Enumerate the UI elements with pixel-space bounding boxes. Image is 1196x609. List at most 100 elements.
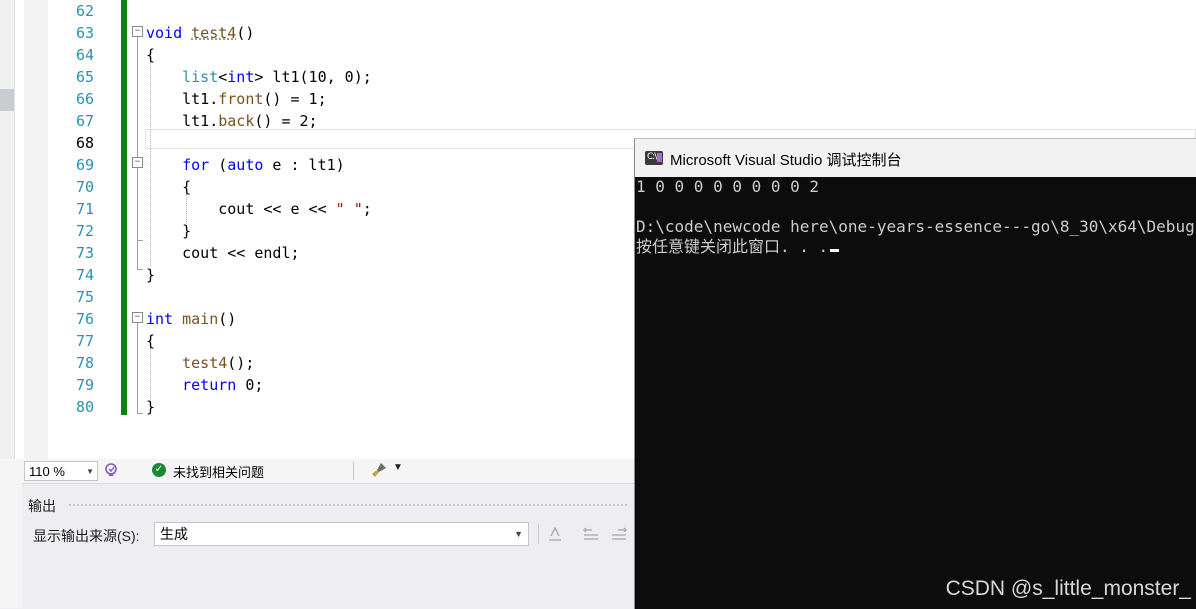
chevron-down-icon: ▼ [514,529,523,539]
line-number: 80 [75,398,94,416]
line-number: 64 [75,46,94,64]
code-token: { [146,46,156,64]
line-number: 75 [75,288,94,306]
change-tracking-bar [121,0,127,415]
line-number: 72 [75,222,94,240]
output-side-strip [0,483,22,608]
left-tool-strip [0,0,15,459]
toolbar-separator [538,524,539,544]
code-health-icon[interactable] [103,462,119,478]
code-token: void [146,24,183,42]
code-line: { [146,176,191,198]
output-panel-title: 输出 [28,498,56,514]
code-token: test4 [191,24,237,42]
code-token: { [146,332,156,350]
code-line: } [146,264,155,286]
code-line: lt1.back() = 2; [146,110,318,132]
line-number: 68 [75,134,94,152]
code-token: { [146,178,192,196]
line-number: 63 [75,24,94,42]
code-cleanup-icon[interactable] [370,461,388,479]
code-token: e : lt1) [263,156,345,174]
code-line: lt1.front() = 1; [146,88,327,110]
check-circle-icon: ✓ [152,463,166,477]
code-token: } [146,398,156,416]
console-titlebar[interactable]: C:\ Microsoft Visual Studio 调试控制台 [635,139,1196,177]
fold-toggle-for[interactable]: − [132,157,143,168]
left-strip-marker [0,89,14,111]
code-token: list [182,68,219,86]
chevron-down-icon[interactable]: ▼ [393,462,403,473]
output-text-area[interactable] [22,554,636,609]
code-token: int [227,68,255,86]
code-line: } [146,396,155,418]
fold-toggle-main[interactable]: − [132,312,143,323]
code-token: > lt1(10, 0); [254,68,372,86]
line-number: 65 [75,68,94,86]
chevron-down-icon: ▼ [86,467,94,476]
console-line: D:\code\newcode here\one-years-essence--… [636,217,1195,236]
code-line: void test4() [146,22,254,44]
line-number: 70 [75,178,94,196]
previous-message-icon[interactable] [582,526,600,542]
fold-end-test4 [137,269,143,270]
code-token: ; [362,200,372,218]
fold-toggle-test4[interactable]: − [132,26,143,37]
debug-console-window[interactable]: C:\ Microsoft Visual Studio 调试控制台 1 0 0 … [634,138,1196,609]
panel-drag-handle[interactable] [68,503,628,507]
console-app-icon: C:\ [645,151,663,165]
code-line: return 0; [146,374,263,396]
code-token: () = 2; [254,112,318,130]
fold-end-for [137,240,143,241]
watermark: CSDN @s_little_monster_ [945,577,1191,600]
line-number: 79 [75,376,94,394]
line-number: 66 [75,90,94,108]
code-token: ( [209,156,228,174]
console-prompt-line: 按任意键关闭此窗口. . . [636,237,840,257]
line-number: 62 [75,2,94,20]
line-number: 73 [75,244,94,262]
code-token: cout << e << [146,200,336,218]
issues-status[interactable]: 未找到相关问题 [173,462,264,481]
code-token: () = 1; [263,90,327,108]
code-token: auto [227,156,264,174]
line-number: 74 [75,266,94,284]
code-token: cout << endl; [146,244,300,262]
line-number: 76 [75,310,94,328]
code-token: } [146,222,192,240]
output-source-label: 显示输出来源(S): [33,528,140,544]
console-output[interactable]: 1 0 0 0 0 0 0 0 0 2 D:\code\newcode here… [635,177,1196,609]
code-token: () [236,24,255,42]
line-number: 77 [75,332,94,350]
code-line: cout << e << " "; [146,198,372,220]
find-in-output-icon[interactable] [546,526,564,542]
code-token: lt1. [146,112,219,130]
code-token: (); [227,354,255,372]
zoom-dropdown[interactable]: 110 % ▼ [24,461,98,481]
code-line: } [146,220,191,242]
code-token: main [182,310,219,328]
code-token: int [146,310,174,328]
zoom-value: 110 % [29,464,65,479]
editor-gutter [24,0,48,459]
output-source-value: 生成 [160,526,188,542]
text-cursor [830,249,840,252]
output-source-dropdown[interactable]: 生成 ▼ [154,522,529,546]
next-message-icon[interactable] [610,526,628,542]
fold-end-main [137,413,143,414]
code-token: < [218,68,228,86]
code-token: " " [335,200,363,218]
line-number: 78 [75,354,94,372]
code-token: return [182,376,237,394]
code-line: test4(); [146,352,254,374]
code-token: front [218,90,264,108]
status-separator [353,462,354,480]
fold-line-test4 [137,37,138,269]
console-prompt-text: 按任意键关闭此窗口. . . [636,237,829,256]
